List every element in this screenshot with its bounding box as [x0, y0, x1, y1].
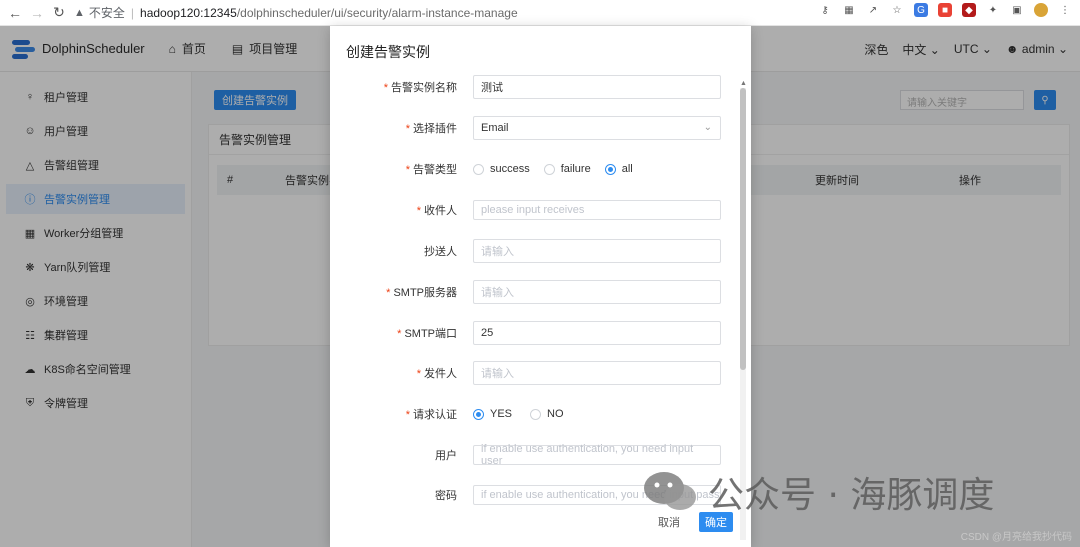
alert-type-radio-group: success failure all — [473, 163, 633, 175]
form-row-sender: * 发件人 请输入 — [330, 361, 751, 385]
field-label-text: 告警实例名称 — [391, 82, 457, 94]
extension-icons: ⚷ ▦ ↗ ☆ G ■ ◆ ✦ ▣ ⋮ — [818, 3, 1072, 17]
translate-icon[interactable]: ▦ — [842, 3, 856, 17]
radio-circle — [473, 163, 484, 175]
form-row-alert-type: * 告警类型 success failure all — [330, 157, 751, 181]
radio-circle-checked — [473, 408, 484, 420]
field-label-text: SMTP服务器 — [393, 287, 457, 299]
field-label-text: 抄送人 — [424, 246, 457, 258]
forward-arrow-icon[interactable]: → — [26, 2, 48, 24]
scroll-thumb[interactable] — [740, 88, 746, 370]
insecure-label: 不安全 — [88, 6, 125, 20]
field-label-text: 收件人 — [424, 205, 457, 217]
field-label: * SMTP端口 — [330, 325, 465, 341]
form-row-plugin: * 选择插件 Email ⌄ — [330, 116, 751, 140]
field-label-text: 告警类型 — [413, 164, 457, 176]
divider: | — [130, 5, 135, 20]
required-mark: * — [397, 328, 402, 340]
field-label: * 收件人 — [330, 202, 465, 218]
field-label: * 选择插件 — [330, 120, 465, 136]
radio-success[interactable]: success — [473, 163, 530, 175]
field-label: 抄送人 — [330, 243, 465, 259]
required-mark: * — [386, 287, 391, 299]
field-label-text: 请求认证 — [413, 409, 457, 421]
wechat-watermark-text: 公众号 · 海豚调度 — [708, 475, 995, 516]
dialog-title: 创建告警实例 — [346, 44, 430, 60]
instance-name-input[interactable]: 测试 — [473, 75, 721, 99]
form-row-user: 用户 if enable use authentication, you nee… — [330, 443, 751, 467]
field-label: * SMTP服务器 — [330, 284, 465, 300]
plugin-select-value: Email — [481, 122, 509, 134]
form-row-auth: * 请求认证 YES NO — [330, 402, 751, 426]
form-row-name: * 告警实例名称 测试 — [330, 75, 751, 99]
field-label-text: 密码 — [435, 490, 457, 502]
csdn-watermark: CSDN @月亮给我抄代码 — [960, 532, 1072, 543]
receivers-input[interactable]: please input receives — [473, 200, 721, 220]
field-label: * 告警实例名称 — [330, 79, 465, 95]
required-mark: * — [416, 368, 421, 380]
field-label-text: SMTP端口 — [404, 328, 457, 340]
cc-input[interactable]: 请输入 — [473, 239, 721, 263]
sender-input[interactable]: 请输入 — [473, 361, 721, 385]
required-mark: * — [405, 409, 410, 421]
smtp-server-input[interactable]: 请输入 — [473, 280, 721, 304]
radio-label: all — [621, 163, 633, 175]
radio-label: YES — [490, 408, 513, 420]
key-icon[interactable]: ⚷ — [818, 3, 832, 17]
address-bar[interactable]: ▲ 不安全 | hadoop120:12345 /dolphinschedule… — [74, 2, 518, 24]
field-label: * 发件人 — [330, 365, 465, 381]
radio-circle — [530, 408, 542, 420]
wechat-logo-icon — [642, 469, 698, 515]
form-row-receivers: * 收件人 please input receives — [330, 198, 751, 222]
field-label: * 告警类型 — [330, 161, 465, 177]
reload-icon[interactable]: ↻ — [48, 2, 70, 24]
radio-circle — [543, 163, 555, 175]
radio-yes[interactable]: YES — [473, 408, 512, 420]
required-mark: * — [383, 82, 388, 94]
field-label: 密码 — [330, 487, 465, 503]
smtp-port-input[interactable]: 25 — [473, 321, 721, 345]
browser-toolbar: ← → ↻ ▲ 不安全 | hadoop120:12345 /dolphinsc… — [0, 0, 1080, 26]
auth-user-input[interactable]: if enable use authentication, you need i… — [473, 443, 721, 467]
required-mark: * — [405, 164, 410, 176]
radio-label: NO — [547, 408, 564, 420]
required-mark: * — [405, 123, 410, 135]
extension-red-icon[interactable]: ■ — [938, 3, 952, 17]
field-label: * 请求认证 — [330, 406, 465, 422]
scroll-up-arrow-icon[interactable]: ▲ — [740, 80, 747, 87]
ublock-icon[interactable]: ◆ — [962, 3, 976, 17]
plugin-select[interactable]: Email ⌄ — [473, 116, 721, 140]
profile-avatar-icon[interactable] — [1034, 3, 1048, 17]
share-icon[interactable]: ↗ — [866, 3, 880, 17]
radio-circle-checked — [604, 163, 616, 175]
form-row-smtp-server: * SMTP服务器 请输入 — [330, 280, 751, 304]
field-label-text: 发件人 — [424, 368, 457, 380]
form-row-cc: 抄送人 请输入 — [330, 239, 751, 263]
required-mark: * — [416, 205, 421, 217]
radio-failure[interactable]: failure — [543, 163, 591, 175]
radio-no[interactable]: NO — [530, 408, 564, 420]
field-label-text: 选择插件 — [413, 123, 457, 135]
star-icon[interactable]: ☆ — [890, 3, 904, 17]
back-arrow-icon[interactable]: ← — [4, 2, 26, 24]
more-menu-icon[interactable]: ⋮ — [1058, 3, 1072, 17]
field-label: 用户 — [330, 447, 465, 463]
field-label-text: 用户 — [435, 450, 457, 462]
sidepanel-icon[interactable]: ▣ — [1010, 3, 1024, 17]
url-path: /dolphinscheduler/ui/security/alarm-inst… — [236, 5, 518, 20]
url-host: hadoop120:12345 — [140, 5, 237, 20]
translate-extension-icon[interactable]: G — [914, 3, 928, 17]
form-row-smtp-port: * SMTP端口 25 — [330, 321, 751, 345]
wechat-watermark: 公众号 · 海豚调度 — [642, 466, 994, 518]
radio-label: failure — [560, 163, 591, 175]
radio-label: success — [490, 163, 530, 175]
warning-icon: ▲ — [74, 6, 85, 19]
puzzle-icon[interactable]: ✦ — [986, 3, 1000, 17]
chevron-down-icon: ⌄ — [703, 122, 712, 133]
radio-all[interactable]: all — [604, 163, 633, 175]
auth-radio-group: YES NO — [473, 408, 564, 420]
